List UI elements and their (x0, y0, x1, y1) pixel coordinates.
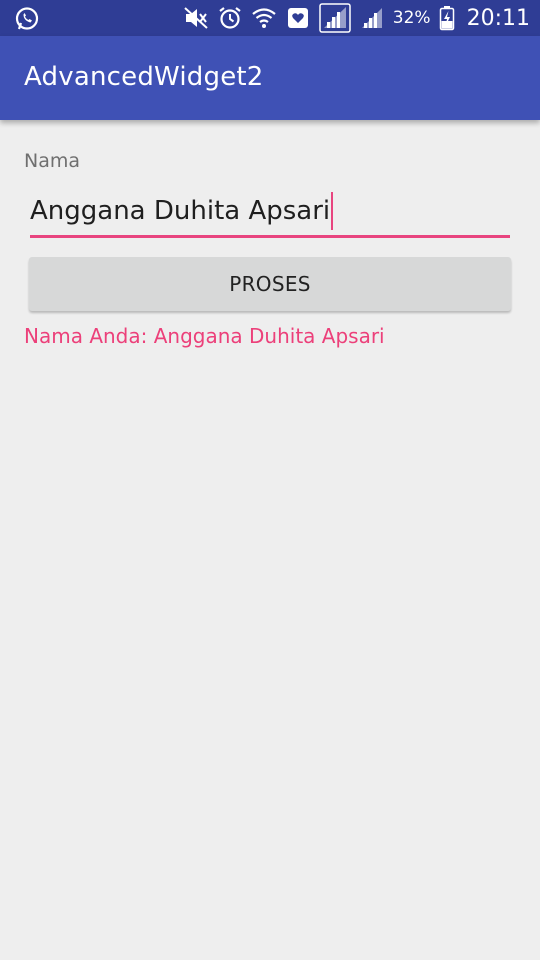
wifi-icon (252, 8, 276, 28)
battery-percent: 32% (392, 8, 431, 28)
result-text: Nama Anda: Anggana Duhita Apsari (24, 324, 385, 348)
status-bar: 32% 20:11 (0, 0, 540, 36)
clock-time: 20:11 (466, 5, 530, 31)
whatsapp-icon (15, 7, 39, 30)
nama-input-value: Anggana Duhita Apsari (30, 196, 331, 226)
nama-label: Nama (24, 150, 81, 172)
battery-icon (439, 6, 454, 31)
app-bar: AdvancedWidget2 (0, 36, 540, 120)
proses-button[interactable]: PROSES (29, 257, 511, 311)
signal-icon-2 (361, 8, 382, 28)
nama-input[interactable]: Anggana Duhita Apsari (30, 190, 510, 238)
signal-icon (319, 3, 351, 33)
app-title: AdvancedWidget2 (24, 62, 264, 92)
text-cursor (331, 192, 334, 230)
health-icon (287, 8, 308, 28)
mute-icon (184, 7, 208, 29)
alarm-icon (219, 7, 241, 29)
